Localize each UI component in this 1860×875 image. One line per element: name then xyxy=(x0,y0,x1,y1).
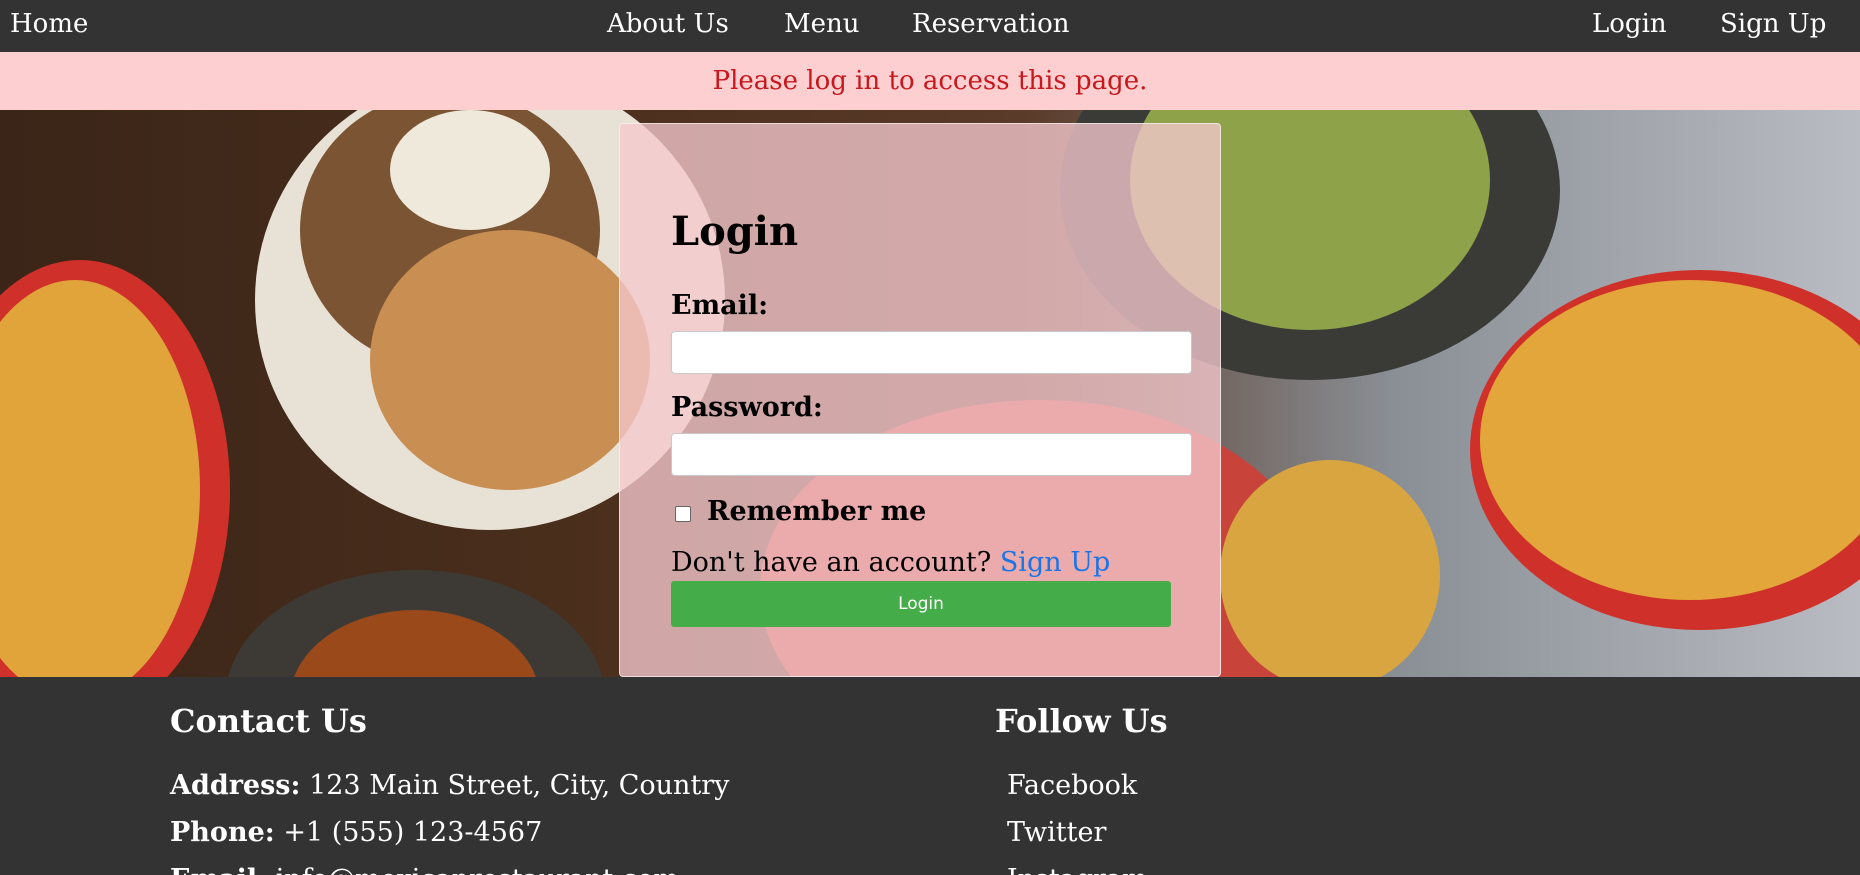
phone-label: Phone: xyxy=(170,817,275,848)
nav-home-link[interactable]: Home xyxy=(10,8,88,40)
address-label: Address: xyxy=(170,770,301,801)
nav-login-link[interactable]: Login xyxy=(1592,8,1667,40)
nav-menu-link[interactable]: Menu xyxy=(784,8,860,40)
follow-us-heading: Follow Us xyxy=(995,702,1168,740)
email-value: info@mexicanrestaurant.com xyxy=(276,864,679,875)
login-title: Login xyxy=(671,208,799,255)
nav-about-link[interactable]: About Us xyxy=(607,8,729,40)
address-line: Address: 123 Main Street, City, Country xyxy=(170,769,729,803)
phone-line: Phone: +1 (555) 123-4567 xyxy=(170,816,542,850)
email-label: Email: xyxy=(671,290,769,321)
email-field[interactable] xyxy=(671,331,1192,374)
instagram-link[interactable]: Instagram xyxy=(1007,863,1148,875)
email-line: Email: info@mexicanrestaurant.com xyxy=(170,863,679,875)
phone-value: +1 (555) 123-4567 xyxy=(283,817,543,848)
password-field[interactable] xyxy=(671,433,1192,476)
email-label-footer: Email: xyxy=(170,864,267,875)
signup-prompt: Don't have an account? Sign Up xyxy=(671,547,1110,579)
no-account-text: Don't have an account? xyxy=(671,547,992,578)
address-value: 123 Main Street, City, Country xyxy=(309,770,730,801)
twitter-link[interactable]: Twitter xyxy=(1007,816,1106,850)
nav-reservation-link[interactable]: Reservation xyxy=(912,8,1069,40)
password-label: Password: xyxy=(671,392,823,423)
remember-me-checkbox[interactable] xyxy=(675,506,691,522)
login-card: Login Email: Password: Remember me Don't… xyxy=(619,123,1221,677)
login-submit-button[interactable]: Login xyxy=(671,581,1171,627)
nav-signup-link[interactable]: Sign Up xyxy=(1720,8,1826,40)
top-navbar: Home About Us Menu Reservation Login Sig… xyxy=(0,0,1860,52)
signup-link[interactable]: Sign Up xyxy=(1000,547,1110,578)
login-required-alert: Please log in to access this page. xyxy=(0,52,1860,110)
remember-me-label[interactable]: Remember me xyxy=(707,496,926,528)
facebook-link[interactable]: Facebook xyxy=(1007,769,1137,803)
footer: Contact Us Address: 123 Main Street, Cit… xyxy=(0,677,1860,875)
contact-us-heading: Contact Us xyxy=(170,702,367,740)
